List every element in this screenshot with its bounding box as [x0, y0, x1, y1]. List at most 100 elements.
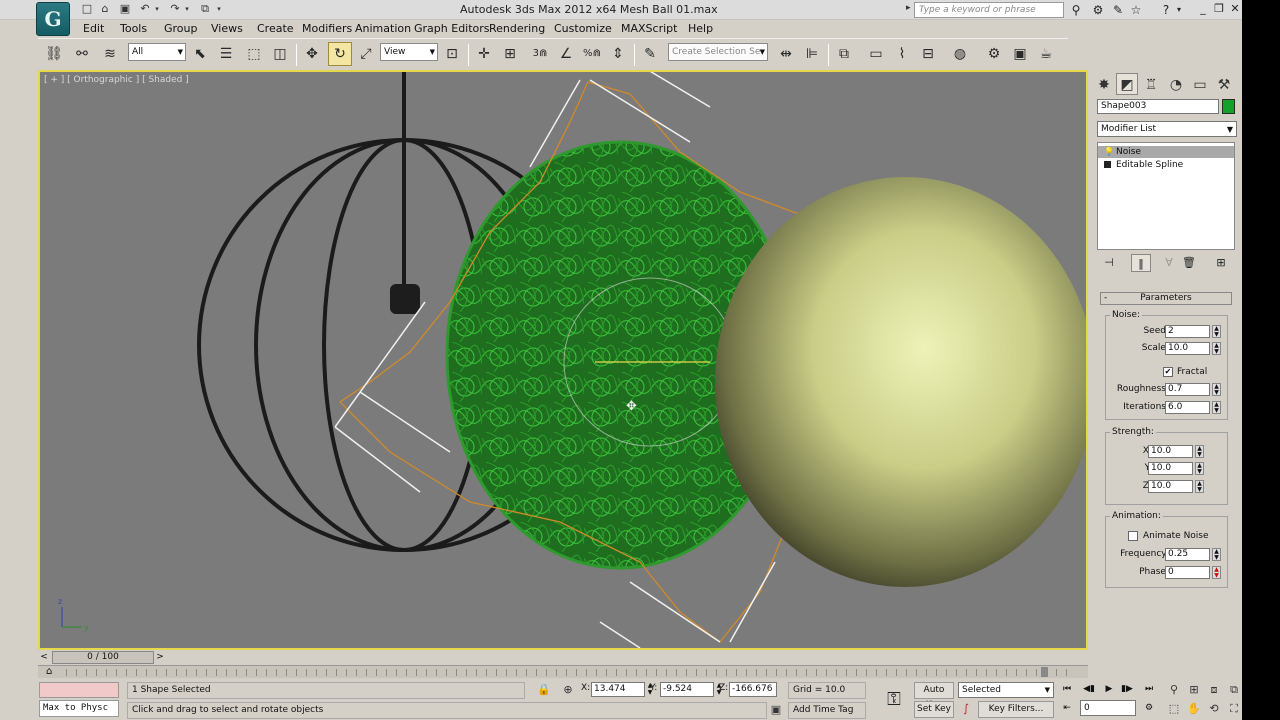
expand-icon[interactable] [1104, 161, 1111, 168]
modifier-list-dropdown[interactable]: Modifier List ▼ [1097, 121, 1237, 137]
named-selection-dropdown[interactable]: Create Selection Se ▼ [668, 43, 768, 61]
iterations-field[interactable]: 6.0 [1165, 401, 1210, 414]
render-setup-icon[interactable]: ⚙ [982, 42, 1006, 66]
zoom-icon[interactable]: ⚲ [1166, 682, 1182, 698]
set-key-button[interactable]: Set Key [914, 701, 954, 718]
animate-noise-checkbox[interactable] [1128, 531, 1138, 541]
angle-snap-icon[interactable]: ∠ [554, 42, 578, 66]
mirror-icon[interactable]: ⇹ [774, 42, 798, 66]
restore-button[interactable]: ❐ [1212, 2, 1226, 16]
spinner-icon[interactable]: ▲ ▼ [1195, 445, 1204, 458]
menu-graph-editors[interactable]: Graph Editors [414, 22, 490, 35]
help-dropdown-icon[interactable]: ▾ [1174, 2, 1184, 18]
fractal-checkbox[interactable]: ✔ [1163, 367, 1173, 377]
orbit-icon[interactable]: ⟲ [1206, 701, 1222, 717]
search-expand-icon[interactable]: ▸ [906, 3, 911, 13]
favorites-star-icon[interactable]: ☆ [1128, 2, 1144, 18]
lock-icon[interactable]: 🔒 [536, 682, 552, 698]
menu-help[interactable]: Help [688, 22, 713, 35]
spinner-icon[interactable]: ▲ ▼ [1195, 462, 1204, 475]
viewport-orthographic[interactable]: ✥ z y [ + ] [ Orthographic ] [ Shaded ] [38, 70, 1088, 650]
percent-snap-icon[interactable]: %⋒ [580, 42, 604, 66]
open-file-icon[interactable]: ⌂ [98, 2, 112, 16]
show-end-result-icon[interactable]: ‖ [1131, 254, 1151, 272]
key-filters-button[interactable]: Key Filters... [978, 701, 1054, 718]
binoculars-icon[interactable]: ⚲ [1068, 2, 1084, 18]
close-button[interactable]: ✕ [1228, 2, 1242, 16]
menu-create[interactable]: Create [257, 22, 294, 35]
render-production-icon[interactable]: ☕ [1034, 42, 1058, 66]
menu-group[interactable]: Group [164, 22, 198, 35]
rendered-frame-window-icon[interactable]: ▣ [1008, 42, 1032, 66]
display-tab-icon[interactable]: ▭ [1189, 73, 1211, 95]
key-icon[interactable]: ⚿ [878, 684, 910, 716]
strength-x-field[interactable]: 10.0 [1148, 445, 1193, 458]
time-prev-icon[interactable]: < [38, 651, 50, 664]
rectangular-selection-icon[interactable]: ⬚ [242, 42, 266, 66]
key-mode-dropdown[interactable]: Selected ▼ [958, 682, 1054, 698]
menu-edit[interactable]: Edit [83, 22, 104, 35]
modify-tab-icon[interactable]: ◩ [1116, 73, 1138, 95]
time-next-icon[interactable]: > [154, 651, 166, 664]
select-and-move-icon[interactable]: ✥ [300, 42, 324, 66]
phase-field[interactable]: 0 [1165, 566, 1210, 579]
add-time-tag[interactable]: Add Time Tag [788, 702, 866, 719]
menu-rendering[interactable]: Rendering [489, 22, 545, 35]
project-folder-icon[interactable]: ⧉ [198, 2, 212, 16]
zoom-all-icon[interactable]: ⊞ [1186, 682, 1202, 698]
pin-stack-icon[interactable]: ⊣ [1099, 254, 1119, 272]
menu-views[interactable]: Views [211, 22, 243, 35]
track-bar[interactable]: ⌂ [38, 665, 1088, 678]
parameters-rollout-header[interactable]: - Parameters [1100, 292, 1232, 305]
create-tab-icon[interactable]: ✸ [1093, 73, 1115, 95]
hierarchy-tab-icon[interactable]: ♖ [1140, 73, 1162, 95]
lightbulb-icon[interactable]: 💡 [1104, 146, 1114, 158]
bind-space-warp-icon[interactable]: ≋ [98, 42, 122, 66]
spinner-icon[interactable]: ▲ ▼ [1195, 480, 1204, 493]
edit-named-selection-icon[interactable]: ✎ [638, 42, 662, 66]
new-file-icon[interactable]: □ [80, 2, 94, 16]
y-coord-field[interactable]: -9.524 [660, 682, 714, 697]
remove-modifier-icon[interactable]: 🗑 [1179, 254, 1199, 272]
go-to-start-icon[interactable]: ⏮ [1058, 682, 1076, 697]
search-input[interactable]: Type a keyword or phrase [914, 2, 1064, 18]
play-icon[interactable]: ▶ [1100, 682, 1118, 697]
roughness-field[interactable]: 0.7 [1165, 383, 1210, 396]
x-coord-field[interactable]: 13.474 [591, 682, 645, 697]
spinner-icon[interactable]: ▲ ▼ [1212, 401, 1221, 414]
subscription-icon[interactable]: ⚙ [1090, 2, 1106, 18]
z-coord-field[interactable]: -166.676 [729, 682, 777, 697]
select-and-scale-icon[interactable]: ⤢ [354, 42, 378, 66]
maxscript-mini-listener[interactable] [39, 682, 119, 698]
utilities-tab-icon[interactable]: ⚒ [1213, 73, 1235, 95]
frequency-field[interactable]: 0.25 [1165, 548, 1210, 561]
redo-icon[interactable]: ↷ [168, 2, 182, 16]
window-crossing-icon[interactable]: ◫ [268, 42, 292, 66]
pan-hand-icon[interactable]: ✋ [1186, 701, 1202, 717]
configure-modifier-sets-icon[interactable]: ⊞ [1211, 254, 1231, 272]
time-config-icon[interactable]: ⚙ [1140, 701, 1158, 716]
communication-icon[interactable]: ✎ [1110, 2, 1126, 18]
zoom-region-icon[interactable]: ⬚ [1166, 701, 1182, 717]
reference-coordinate-dropdown[interactable]: View ▼ [380, 43, 438, 61]
keyboard-shortcut-override-icon[interactable]: ⊞ [498, 42, 522, 66]
scale-field[interactable]: 10.0 [1165, 342, 1210, 355]
menu-animation[interactable]: Animation [355, 22, 411, 35]
stack-item-editable-spline[interactable]: Editable Spline [1098, 159, 1234, 171]
maximize-viewport-icon[interactable]: ⛶ [1226, 701, 1242, 717]
object-color-swatch[interactable] [1222, 99, 1235, 114]
absolute-mode-icon[interactable]: ⊕ [560, 682, 576, 698]
object-name-field[interactable]: Shape003 [1097, 99, 1219, 114]
spinner-icon[interactable]: ▲ ▼ [1212, 325, 1221, 338]
select-and-link-icon[interactable]: ⛓ [42, 42, 66, 66]
previous-frame-icon[interactable]: ◀▮ [1080, 682, 1098, 697]
seed-field[interactable]: 2 [1165, 325, 1210, 338]
next-frame-icon[interactable]: ▮▶ [1118, 682, 1136, 697]
mini-curve-editor-icon[interactable]: ⌂ [46, 666, 52, 677]
graphite-toolbar-icon[interactable]: ▭ [864, 42, 888, 66]
select-and-rotate-icon[interactable]: ↻ [328, 42, 352, 66]
schematic-view-icon[interactable]: ⊟ [916, 42, 940, 66]
save-icon[interactable]: ▣ [118, 2, 132, 16]
strength-y-field[interactable]: 10.0 [1148, 462, 1193, 475]
align-icon[interactable]: ⊫ [800, 42, 824, 66]
